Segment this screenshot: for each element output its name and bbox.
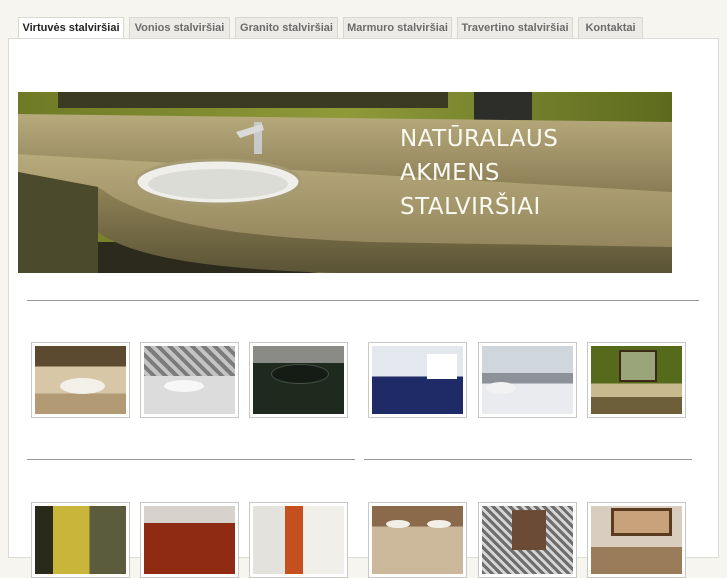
vanity-wood-mirror-image xyxy=(591,506,682,574)
divider-left xyxy=(27,459,355,460)
tab-marmuro-stalvirsiai[interactable]: Marmuro stalviršiai xyxy=(343,17,452,38)
tab-travertino-stalvirsiai[interactable]: Travertino stalviršiai xyxy=(457,17,573,38)
vanity-beige-round-image xyxy=(35,346,126,414)
tab-virtuves-stalvirsiai[interactable]: Virtuvės stalviršiai xyxy=(18,17,124,39)
hero-line-2: AKMENS xyxy=(400,160,500,186)
thumbnail-6[interactable] xyxy=(587,342,686,418)
thumbnail-7[interactable] xyxy=(31,502,130,578)
tab-vonios-stalvirsiai[interactable]: Vonios stalviršiai xyxy=(129,17,230,38)
vanity-mosaic-grey-image xyxy=(144,346,235,414)
hero-banner: NATŪRALAUS AKMENS STALVIRŠIAI xyxy=(18,92,672,273)
divider-right xyxy=(364,459,692,460)
thumbnail-4[interactable] xyxy=(368,342,467,418)
thumbnail-1[interactable] xyxy=(31,342,130,418)
bath-mosaic-mirror-image xyxy=(482,506,573,574)
kitchen-red-backsplash-image xyxy=(144,506,235,574)
tab-granito-stalvirsiai[interactable]: Granito stalviršiai xyxy=(235,17,338,38)
thumbnail-9[interactable] xyxy=(249,502,348,578)
hero-bathroom-image xyxy=(18,92,672,273)
thumbnail-3[interactable] xyxy=(249,342,348,418)
vanity-dark-granite-image xyxy=(253,346,344,414)
thumbnail-2[interactable] xyxy=(140,342,239,418)
bath-olive-wall-image xyxy=(591,346,682,414)
kitchen-white-orange-image xyxy=(253,506,344,574)
hero-line-1: NATŪRALAUS xyxy=(400,126,559,152)
thumbnail-8[interactable] xyxy=(140,502,239,578)
hero-heading: NATŪRALAUS AKMENS STALVIRŠIAI xyxy=(400,122,558,224)
thumbnail-11[interactable] xyxy=(478,502,577,578)
thumbnail-5[interactable] xyxy=(478,342,577,418)
divider-top xyxy=(27,300,699,301)
thumbnail-12[interactable] xyxy=(587,502,686,578)
vanity-double-sink-image xyxy=(372,506,463,574)
kitchen-yellow-shelves-image xyxy=(35,506,126,574)
tab-kontaktai[interactable]: Kontaktai xyxy=(578,17,643,38)
kitchen-grey-counter-image xyxy=(482,346,573,414)
hero-line-3: STALVIRŠIAI xyxy=(400,194,541,220)
kitchen-blue-cabinets-image xyxy=(372,346,463,414)
thumbnail-10[interactable] xyxy=(368,502,467,578)
